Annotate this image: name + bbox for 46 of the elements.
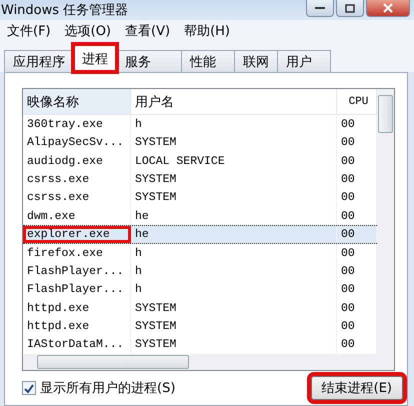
table-cell: httpd.exe — [23, 298, 131, 318]
table-cell: h — [131, 244, 337, 262]
close-button[interactable] — [366, 0, 410, 17]
maximize-button[interactable] — [336, 0, 364, 17]
horizontal-scrollbar[interactable] — [23, 354, 394, 370]
column-header[interactable]: 用户名 — [131, 89, 337, 114]
table-cell: he — [131, 226, 337, 243]
menu-item[interactable]: 查看(V) — [120, 21, 176, 41]
table-cell: SYSTEM — [131, 317, 337, 336]
table-cell: audiodg.exe — [23, 152, 131, 170]
table-cell: h — [131, 115, 337, 134]
tab[interactable]: 联网 — [234, 50, 278, 72]
table-cell: csrss.exe — [23, 170, 131, 189]
table-cell: SYSTEM — [131, 170, 337, 189]
tab[interactable]: 应用程序 — [4, 50, 74, 72]
tab[interactable]: 用户 — [277, 50, 331, 72]
table-cell: LOCAL SERVICE — [131, 152, 337, 170]
column-header[interactable]: 映像名称 — [23, 89, 131, 114]
menu-item[interactable]: 选项(O) — [60, 21, 116, 41]
table-cell: firefox.exe — [23, 244, 131, 262]
table-cell: SYSTEM — [131, 134, 337, 152]
window-title: Windows 任务管理器 — [1, 2, 128, 19]
close-icon — [383, 3, 393, 13]
checkbox-label: 显示所有用户的进程(S) — [40, 380, 176, 397]
tab[interactable]: 服务 — [116, 50, 182, 72]
table-cell: httpd.exe — [23, 317, 131, 336]
table-cell: AlipaySecSv... — [23, 134, 131, 152]
table-cell: 360tray.exe — [23, 115, 131, 134]
menu-item[interactable]: 帮助(H) — [179, 21, 235, 41]
checkbox[interactable] — [22, 381, 36, 395]
table-cell: explorer.exe — [23, 226, 131, 243]
maximize-icon — [345, 4, 355, 12]
table-cell: FlashPlayer... — [23, 262, 131, 281]
table-cell: csrss.exe — [23, 188, 131, 208]
table-cell: h — [131, 262, 337, 281]
table-row[interactable]: explorer.exe he 00 — [23, 225, 377, 244]
table-cell: h — [131, 280, 337, 299]
menu-item[interactable]: 文件(F) — [2, 21, 56, 41]
minimize-button[interactable] — [306, 0, 334, 17]
table-cell: FlashPlayer... — [23, 280, 131, 299]
tab[interactable]: 性能 — [181, 50, 235, 72]
vertical-scrollbar[interactable] — [377, 89, 394, 354]
tab[interactable]: 进程 — [73, 44, 117, 72]
table-cell: SYSTEM — [131, 298, 337, 318]
minimize-icon — [315, 6, 325, 10]
table-cell: SYSTEM — [131, 188, 337, 208]
